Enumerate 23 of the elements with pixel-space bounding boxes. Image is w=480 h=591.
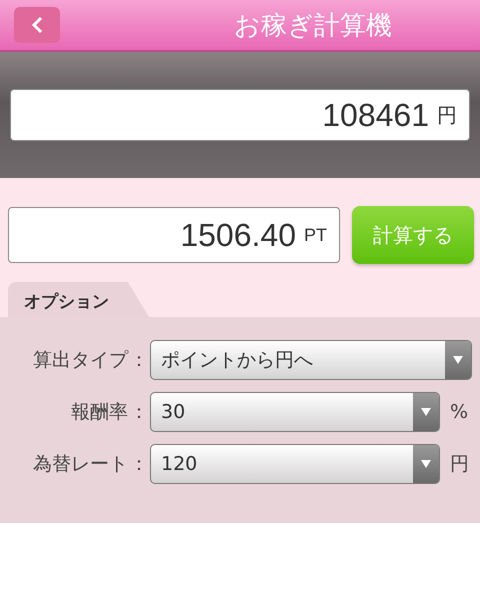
screen-title: お稼ぎ計算機 [234, 10, 392, 42]
colon: ： [128, 400, 150, 425]
unit-label: 円 [450, 452, 469, 477]
chevron-left-icon [31, 16, 43, 34]
option-label: 算出タイプ [32, 348, 128, 373]
point-field[interactable]: 1506.40 PT [8, 207, 340, 263]
yen-value: 108461 [322, 96, 429, 134]
unit-label: % [450, 401, 468, 423]
dropdown[interactable]: 120 [150, 444, 440, 484]
option-label: 報酬率 [70, 400, 128, 425]
point-value: 1506.40 [180, 216, 296, 254]
caret-icon [453, 356, 463, 364]
yen-field[interactable]: 108461 円 [10, 89, 470, 141]
yen-unit: 円 [437, 104, 457, 128]
caret-icon [421, 408, 431, 416]
back-button[interactable] [14, 7, 60, 43]
option-label: 為替レート [32, 452, 128, 477]
dropdown[interactable]: 30 [150, 392, 440, 432]
colon: ： [128, 348, 150, 373]
caret-icon [421, 460, 431, 468]
point-unit: PT [304, 224, 327, 246]
dropdown[interactable]: ポイントから円へ [150, 340, 472, 380]
colon: ： [128, 452, 150, 477]
